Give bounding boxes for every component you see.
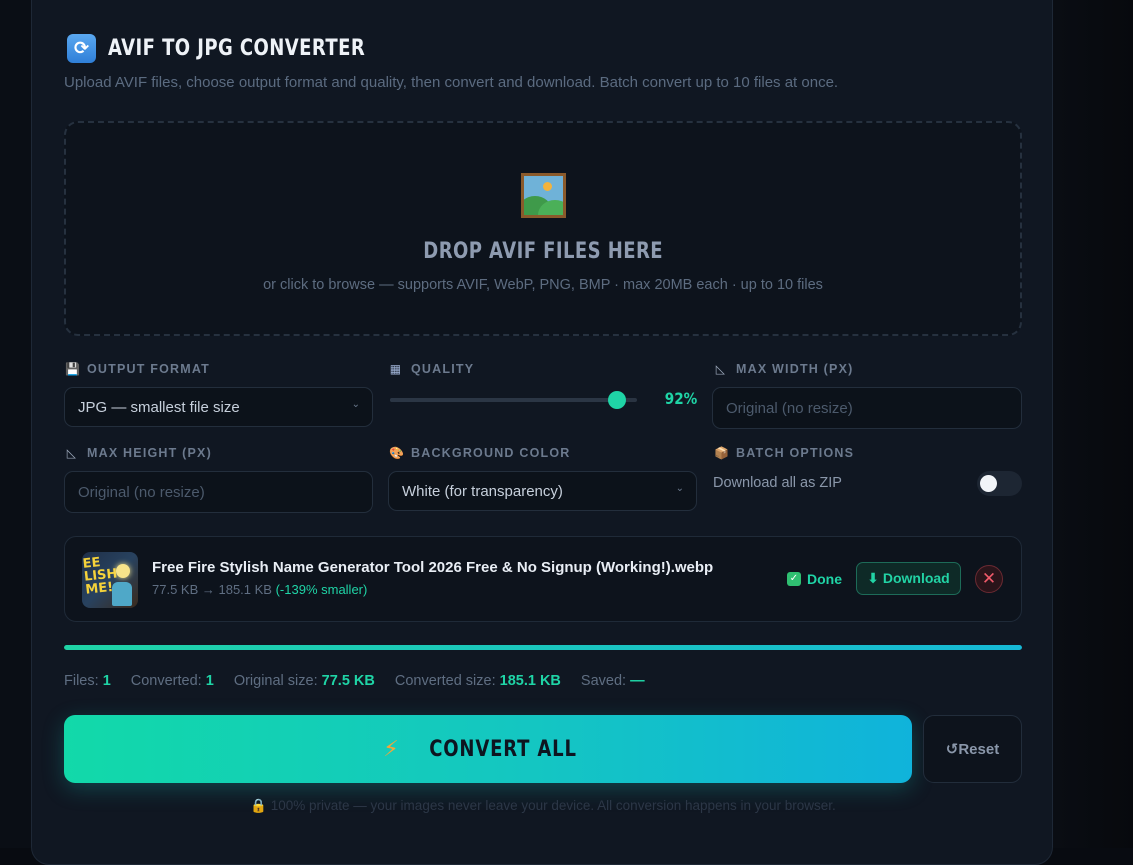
background-color-label: 🎨 BACKGROUND COLOR: [389, 446, 571, 460]
max-height-input[interactable]: Original (no resize): [64, 471, 373, 513]
floppy-disk-icon: 💾: [65, 362, 82, 376]
quality-slider[interactable]: [390, 391, 637, 409]
progress-bar: [64, 645, 1022, 650]
palette-icon: 🎨: [389, 446, 406, 460]
background-color-select[interactable]: White (for transparency) ⌄: [388, 471, 697, 511]
page-subtitle: Upload AVIF files, choose output format …: [64, 74, 839, 91]
stats-bar: Files: 1 Converted: 1 Original size: 77.…: [64, 673, 645, 689]
ruler-icon: ◺: [715, 362, 727, 376]
zip-toggle-label: Download all as ZIP: [713, 475, 842, 491]
framed-picture-icon: [521, 173, 566, 218]
file-thumbnail: EE LISH ME!: [82, 552, 138, 608]
convert-all-button[interactable]: ⚡ CONVERT ALL: [64, 715, 912, 783]
max-height-label: ◺ MAX HEIGHT (PX): [66, 446, 212, 460]
download-button[interactable]: ⬇ Download: [856, 562, 961, 595]
progress-fill: [64, 645, 1022, 650]
stat-converted-size: Converted size: 185.1 KB: [394, 673, 561, 689]
size-change: (-139% smaller): [275, 582, 368, 597]
chevron-down-icon: ⌄: [675, 483, 684, 494]
file-name: Free Fire Stylish Name Generator Tool 20…: [152, 559, 714, 576]
check-icon: ✓: [787, 572, 801, 586]
dropzone-subtitle: or click to browse — supports AVIF, WebP…: [263, 277, 823, 293]
max-width-input[interactable]: Original (no resize): [712, 387, 1022, 429]
file-size-info: 77.5 KB → 185.1 KB (-139% smaller): [152, 582, 368, 597]
output-format-label: 💾 OUTPUT FORMAT: [65, 362, 210, 376]
reset-button[interactable]: ↺Reset: [923, 715, 1022, 783]
quality-slider-fill: [390, 398, 618, 402]
quality-value: 92%: [664, 389, 697, 408]
grid-icon: ▦: [389, 362, 403, 376]
file-dropzone[interactable]: DROP AVIF FILES HERE or click to browse …: [64, 121, 1022, 336]
close-icon[interactable]: ✕: [975, 565, 1003, 593]
stat-saved: Saved: —: [580, 673, 645, 689]
header: ⟳ AVIF TO JPG CONVERTER: [67, 33, 422, 63]
lock-icon: 🔒: [250, 798, 267, 813]
dropzone-title: DROP AVIF FILES HERE: [423, 239, 663, 264]
page-title: AVIF TO JPG CONVERTER: [108, 35, 366, 61]
status-badge: ✓ Done: [787, 571, 842, 587]
max-width-label: ◺ MAX WIDTH (PX): [715, 362, 854, 376]
stat-original-size: Original size: 77.5 KB: [233, 673, 375, 689]
stat-files: Files: 1: [64, 673, 111, 689]
package-icon: 📦: [714, 446, 731, 460]
ruler-icon: ◺: [66, 446, 78, 460]
zip-toggle[interactable]: [977, 471, 1022, 496]
stat-converted: Converted: 1: [130, 673, 214, 689]
quality-label: ▦ QUALITY: [389, 362, 475, 376]
lightning-icon: ⚡: [383, 736, 399, 761]
privacy-note: 🔒 100% private — your images never leave…: [250, 798, 836, 813]
refresh-icon: ⟳: [67, 33, 96, 63]
chevron-down-icon: ⌄: [351, 399, 360, 410]
toggle-knob: [980, 475, 997, 492]
output-format-select[interactable]: JPG — smallest file size ⌄: [64, 387, 373, 427]
batch-options-label: 📦 BATCH OPTIONS: [714, 446, 855, 460]
